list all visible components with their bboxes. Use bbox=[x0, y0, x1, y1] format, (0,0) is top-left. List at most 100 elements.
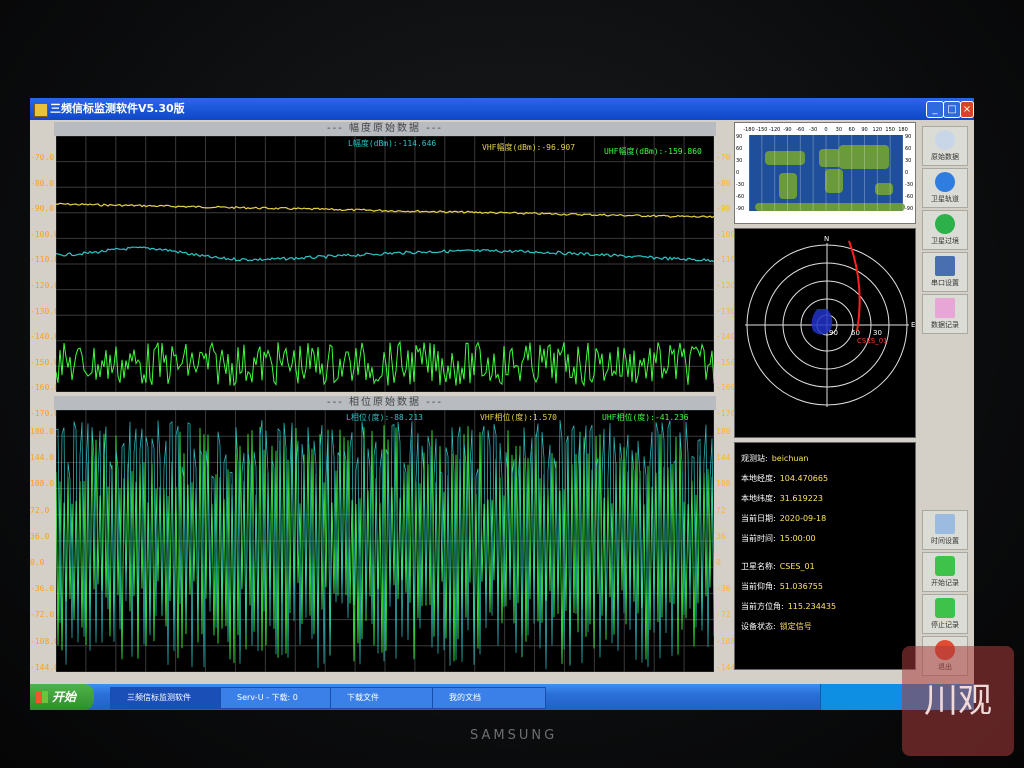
satellite-label: CSES_01 bbox=[857, 337, 888, 345]
windows-flag-icon bbox=[36, 691, 48, 703]
amplitude-y-tick: -140.0 bbox=[30, 332, 59, 342]
phase-y-tick-right: 180 bbox=[716, 427, 731, 436]
amplitude-y-tick: -100.0 bbox=[30, 229, 59, 239]
amplitude-y-tick-right: -130 bbox=[716, 306, 736, 316]
taskbar-item-app[interactable]: 三频信标监测软件 bbox=[110, 687, 232, 709]
continent bbox=[825, 169, 843, 193]
minimize-button[interactable]: _ bbox=[926, 101, 944, 118]
station-info-panel: 观测站: beichuan 本地经度: 104.470665 本地纬度: 31.619… bbox=[734, 442, 916, 670]
phase-y-tick-right: 108 bbox=[716, 479, 731, 489]
phase-y-tick-right: -36 bbox=[716, 584, 731, 594]
coverage-area bbox=[811, 309, 833, 335]
start-button[interactable]: 开始 bbox=[30, 684, 94, 710]
monitor-brand: SAMSUNG bbox=[470, 728, 558, 743]
amplitude-chart bbox=[56, 136, 714, 392]
map-lat-label-right: 30 bbox=[905, 158, 911, 164]
timer-settings-button[interactable]: 时间设置 bbox=[922, 510, 968, 550]
phase-y-tick: -36.0 bbox=[30, 584, 55, 594]
sky-polar-plot: N E 90 60 30CSES_01 bbox=[745, 235, 915, 407]
phase-y-tick-right: 72 bbox=[716, 505, 726, 515]
sidebar: 原始数据 卫星轨道 卫星过境 串口设置 数据记录 时间设置 开始记录 停止记录 … bbox=[922, 126, 968, 682]
amplitude-y-tick-right: -100 bbox=[716, 229, 736, 239]
satellite-icon bbox=[935, 214, 955, 234]
amplitude-y-tick-right: -90 bbox=[716, 204, 731, 214]
phase-y-tick-right: -72 bbox=[716, 610, 731, 620]
ring-label: 90 bbox=[829, 329, 838, 337]
computer-icon bbox=[935, 256, 955, 276]
phase-y-tick-right: -108 bbox=[716, 636, 736, 646]
maximize-button[interactable]: □ bbox=[943, 101, 961, 118]
amplitude-y-tick: -170.0 bbox=[30, 409, 59, 418]
map-lon-label: 150 bbox=[885, 127, 895, 133]
amplitude-y-tick: -160.0 bbox=[30, 383, 59, 393]
taskbar-item-downloads[interactable]: 下载文件 bbox=[330, 687, 444, 709]
map-lon-label: -180 bbox=[743, 127, 754, 133]
phase-panel-title: --- 相位原始数据 --- bbox=[54, 396, 716, 410]
sat-pass-button[interactable]: 卫星过境 bbox=[922, 210, 968, 250]
map-lat-label-right: -30 bbox=[905, 182, 913, 188]
window-title: 三频信标监测软件V5.30版 bbox=[50, 102, 185, 115]
map-lon-label: -90 bbox=[783, 127, 791, 133]
phase-l-readout: L相位(度):-88.213 bbox=[346, 413, 423, 422]
taskbar-item-documents[interactable]: 我的文档 bbox=[432, 687, 546, 709]
port-settings-button[interactable]: 串口设置 bbox=[922, 252, 968, 292]
world-map-panel: -180 -150 -120 -90 -60 -30 0 30 60 90 120 150 180 90 6… bbox=[734, 122, 916, 224]
info-station: 观测站: beichuan bbox=[741, 454, 809, 463]
phase-y-tick: 144.0 bbox=[30, 453, 55, 463]
ring-label: 60 bbox=[851, 329, 860, 337]
phase-chart bbox=[56, 410, 714, 672]
amplitude-y-tick-right: -110 bbox=[716, 255, 736, 265]
record-icon bbox=[935, 298, 955, 318]
info-satellite: 卫星名称: CSES_01 bbox=[741, 562, 815, 571]
amplitude-plot: L幅度(dBm):-114.646 VHF幅度(dBm):-96.907 UHF… bbox=[56, 136, 714, 392]
raw-data-button[interactable]: 原始数据 bbox=[922, 126, 968, 166]
map-lat-label: 0 bbox=[736, 170, 739, 176]
phase-y-tick: 36.0 bbox=[30, 531, 50, 541]
east-label: E bbox=[911, 321, 915, 329]
amplitude-panel-title: --- 幅度原始数据 --- bbox=[54, 122, 716, 136]
map-lon-label: -120 bbox=[769, 127, 780, 133]
north-label: N bbox=[824, 235, 829, 243]
map-lon-label: -150 bbox=[756, 127, 767, 133]
world-map[interactable]: -180 -150 -120 -90 -60 -30 0 30 60 90 120 150 180906… bbox=[735, 123, 915, 223]
record-button[interactable]: 数据记录 bbox=[922, 294, 968, 334]
map-lat-label: 90 bbox=[736, 134, 742, 140]
map-lon-label: 90 bbox=[861, 127, 867, 133]
amplitude-y-tick-right: -140 bbox=[716, 332, 736, 342]
map-lat-label-right: -90 bbox=[905, 206, 913, 212]
taskbar-item-servu[interactable]: Serv-U - 下载: 0 bbox=[220, 687, 342, 709]
info-longitude: 本地经度: 104.470665 bbox=[741, 474, 829, 483]
map-lat-label: 30 bbox=[736, 158, 742, 164]
amplitude-y-tick-right: -120 bbox=[716, 281, 736, 290]
client-area: --- 幅度原始数据 --- -70.0 -80.0 -90.0 -100.0 -110… bbox=[30, 120, 974, 698]
amplitude-y-tick: -80.0 bbox=[30, 178, 55, 188]
phase-uhf-readout: UHF相位(度):-41.236 bbox=[602, 413, 689, 422]
map-lon-label: -30 bbox=[809, 127, 817, 133]
map-lat-label-right: 60 bbox=[905, 146, 911, 152]
amplitude-y-tick: -90.0 bbox=[30, 204, 55, 214]
map-lon-label: 120 bbox=[873, 127, 883, 133]
map-lon-label: 0 bbox=[824, 127, 827, 133]
satellite-track bbox=[848, 240, 861, 332]
info-latitude: 本地纬度: 31.619223 bbox=[741, 494, 823, 503]
stop-record-button[interactable]: 停止记录 bbox=[922, 594, 968, 634]
amplitude-y-tick: -120.0 bbox=[30, 281, 59, 290]
amplitude-y-tick-right: -170 bbox=[716, 409, 736, 418]
polar-plot-panel: N E 90 60 30 CSES_01 bbox=[734, 228, 916, 438]
data-icon bbox=[935, 130, 955, 150]
continent bbox=[765, 151, 805, 165]
close-button[interactable]: × bbox=[960, 101, 974, 118]
continent bbox=[819, 149, 841, 167]
phase-y-tick: -72.0 bbox=[30, 610, 55, 620]
phase-y-tick-right: 144 bbox=[716, 453, 731, 463]
amplitude-y-tick-right: -80 bbox=[716, 178, 731, 188]
map-lat-label: 60 bbox=[736, 146, 742, 152]
sat-orbit-button[interactable]: 卫星轨道 bbox=[922, 168, 968, 208]
phase-y-tick: 180.0 bbox=[30, 427, 55, 436]
phase-y-tick-right: -144 bbox=[716, 662, 736, 672]
start-record-button[interactable]: 开始记录 bbox=[922, 552, 968, 592]
amplitude-y-tick: -70.0 bbox=[30, 153, 55, 162]
map-lat-label-right: 90 bbox=[905, 134, 911, 140]
amplitude-y-tick-right: -160 bbox=[716, 383, 736, 393]
continent bbox=[755, 203, 905, 211]
